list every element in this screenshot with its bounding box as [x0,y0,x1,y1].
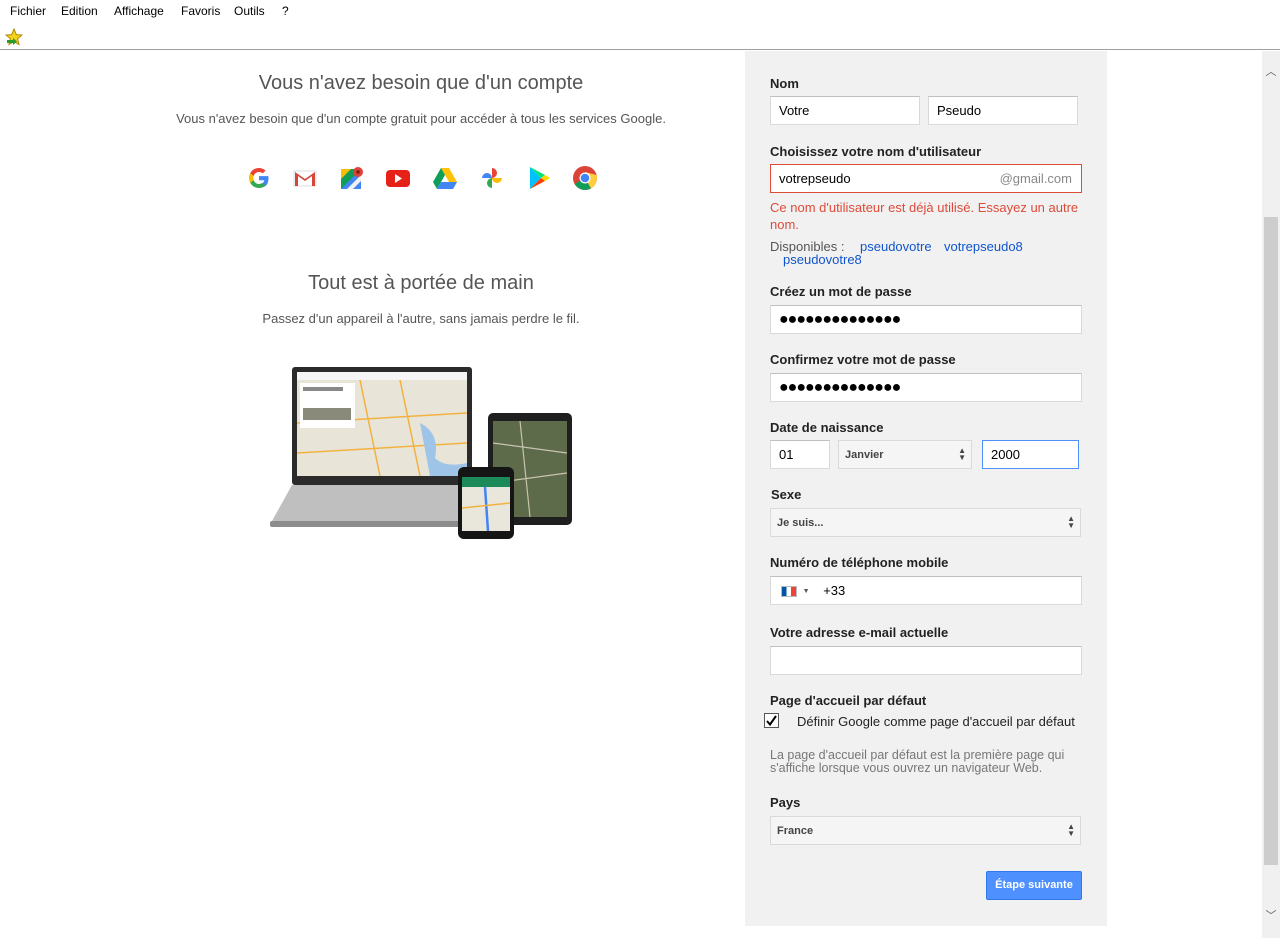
username-label: Choisissez votre nom d'utilisateur [770,144,982,159]
birth-year-input[interactable]: 2000 [982,440,1079,469]
page-content: Vous n'avez besoin que d'un compte Vous … [0,51,1262,938]
current-email-input[interactable] [770,646,1082,675]
google-icon [249,168,269,188]
birthdate-label: Date de naissance [770,420,884,435]
name-label: Nom [770,76,799,91]
gender-value: Je suis... [777,517,824,529]
birth-month-select[interactable]: Janvier ▲ ▼ [838,440,972,469]
username-error: Ce nom d'utilisateur est déjà utilisé. E… [770,200,1079,232]
email-label: Votre adresse e-mail actuelle [770,625,949,640]
first-name-input[interactable]: Votre [770,96,920,125]
password-mask: ●●●●●●●●●●●●●● [779,311,901,328]
birth-day-input[interactable]: 01 [770,440,830,469]
menu-outils[interactable]: Outils [234,4,265,18]
maps-icon [341,167,363,189]
dropdown-arrow-icon[interactable]: ▼ [803,588,810,595]
checkmark-icon [766,715,777,727]
youtube-icon [386,170,410,187]
menu-bar: Fichier Edition Affichage Favoris Outils… [0,0,1280,24]
play-store-icon [530,167,550,189]
birth-month-value: Janvier [845,449,884,461]
country-select[interactable]: France ▲ ▼ [770,816,1081,845]
homepage-checkbox[interactable] [764,713,779,728]
chrome-icon [573,166,597,191]
favorites-bar [0,24,1280,50]
menu-help[interactable]: ? [282,4,289,18]
password-label: Créez un mot de passe [770,284,912,299]
intro-title: Vous n'avez besoin que d'un compte [258,72,584,94]
country-value: France [777,825,814,837]
menu-edition[interactable]: Edition [61,4,98,18]
phone-input[interactable]: ▼ +33 [770,576,1082,605]
suggestion-link[interactable]: pseudovotre [860,239,932,254]
homepage-label: Page d'accueil par défaut [770,693,927,708]
gender-select[interactable]: Je suis... ▲ ▼ [770,508,1081,537]
homepage-help: La page d'accueil par défaut est la prem… [770,748,1065,775]
france-flag-icon[interactable] [781,586,797,598]
next-step-button[interactable]: Étape suivante [986,871,1082,900]
menu-affichage[interactable]: Affichage [114,4,164,18]
username-suffix: @gmail.com [999,171,1072,186]
homepage-checkbox-label[interactable]: Définir Google comme page d'accueil par … [797,714,1075,729]
intro-subtitle: Vous n'avez besoin que d'un compte gratu… [176,111,666,126]
suggestion-link[interactable]: pseudovotre8 [783,252,862,267]
gender-label: Sexe [771,487,802,502]
add-favorite-star-icon[interactable] [5,28,23,46]
confirm-password-label: Confirmez votre mot de passe [770,352,956,367]
devices-title: Tout est à portée de main [308,272,534,294]
username-input[interactable]: votrepseudo @gmail.com [770,164,1082,193]
drive-icon [433,168,457,189]
confirm-password-input[interactable]: ●●●●●●●●●●●●●● [770,373,1082,402]
country-label: Pays [770,795,801,810]
updown-arrow-icon: ▲ ▼ [1067,514,1075,530]
password-input[interactable]: ●●●●●●●●●●●●●● [770,305,1082,334]
photos-icon [482,168,502,188]
updown-arrow-icon: ▲ ▼ [958,446,966,462]
menu-favoris[interactable]: Favoris [181,4,220,18]
devices-illustration [270,367,572,539]
last-name-input[interactable]: Pseudo [928,96,1078,125]
phone-label: Numéro de téléphone mobile [770,555,949,570]
updown-arrow-icon: ▲ ▼ [1067,822,1075,838]
gmail-icon [293,170,317,187]
username-value: votrepseudo [779,171,851,186]
menu-fichier[interactable]: Fichier [10,4,46,18]
scroll-down-icon[interactable]: ﹀ [1262,907,1280,925]
signup-form: Nom Votre Pseudo Choisissez votre nom d'… [745,51,1107,926]
suggestion-link[interactable]: votrepseudo8 [944,239,1023,254]
scroll-up-icon[interactable]: ︿ [1262,63,1280,81]
devices-subtitle: Passez d'un appareil à l'autre, sans jam… [262,311,580,326]
scrollbar-thumb[interactable] [1264,217,1278,865]
vertical-scrollbar[interactable]: ︿ ﹀ [1262,51,1280,938]
phone-prefix: +33 [823,583,846,598]
confirm-password-mask: ●●●●●●●●●●●●●● [779,379,901,396]
